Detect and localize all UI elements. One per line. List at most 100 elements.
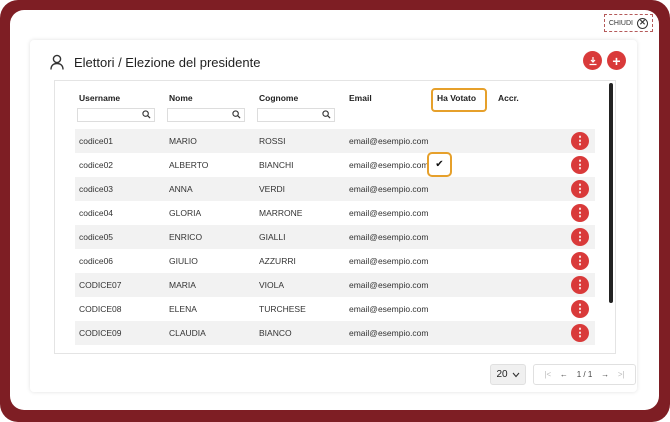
download-button[interactable] <box>583 51 602 70</box>
highlight-ha-votato <box>431 88 487 112</box>
table-row[interactable]: codice04 GLORIA MARRONE email@esempio.co… <box>75 201 595 225</box>
more-vertical-icon: ⋮ <box>574 134 586 147</box>
page-size-select[interactable]: 20 <box>490 364 526 385</box>
cell-email: email@esempio.com <box>349 136 429 146</box>
table-row[interactable]: codice01 MARIO ROSSI email@esempio.com ⋮ <box>75 129 595 153</box>
cell-cognome: MARRONE <box>259 208 303 218</box>
more-vertical-icon: ⋮ <box>574 206 586 219</box>
row-menu-button[interactable]: ⋮ <box>571 252 589 270</box>
user-icon <box>50 54 64 70</box>
table-row[interactable]: codice02 ALBERTO BIANCHI email@esempio.c… <box>75 152 595 177</box>
search-icon <box>322 110 331 119</box>
cell-cognome: VERDI <box>259 184 285 194</box>
cell-nome: MARIO <box>169 136 197 146</box>
chevron-down-icon <box>512 372 519 377</box>
first-page-icon[interactable]: |< <box>544 370 551 379</box>
username-filter-input[interactable] <box>77 108 155 122</box>
row-menu-button[interactable]: ⋮ <box>571 204 589 222</box>
more-vertical-icon: ⋮ <box>574 182 586 195</box>
col-accr[interactable]: Accr. <box>498 93 519 103</box>
more-vertical-icon: ⋮ <box>574 326 586 339</box>
row-menu-button[interactable]: ⋮ <box>571 300 589 318</box>
next-page-icon[interactable]: → <box>601 370 609 379</box>
row-menu-button[interactable]: ⋮ <box>571 276 589 294</box>
cell-email: email@esempio.com <box>349 280 429 290</box>
cell-cognome: ROSSI <box>259 136 286 146</box>
electors-card: Elettori / Elezione del presidente + Use… <box>30 40 637 392</box>
cell-username: CODICE08 <box>79 304 122 314</box>
check-icon: ✔ <box>435 159 444 170</box>
page-info: 1 / 1 <box>576 370 593 379</box>
table-row[interactable]: CODICE09 CLAUDIA BIANCO email@esempio.co… <box>75 321 595 345</box>
cell-email: email@esempio.com <box>349 184 429 194</box>
voted-check-highlight: ✔ <box>427 152 452 177</box>
table-row[interactable]: codice06 GIULIO AZZURRI email@esempio.co… <box>75 249 595 273</box>
close-label: CHIUDI <box>608 19 633 27</box>
cell-username: codice06 <box>79 256 114 266</box>
col-email[interactable]: Email <box>349 93 372 103</box>
prev-page-icon[interactable]: ← <box>560 370 568 379</box>
row-menu-button[interactable]: ⋮ <box>571 180 589 198</box>
cell-username: codice05 <box>79 232 114 242</box>
table-row[interactable]: CODICE07 MARIA VIOLA email@esempio.com ⋮ <box>75 273 595 297</box>
close-button[interactable]: CHIUDI ✕ <box>603 14 653 32</box>
more-vertical-icon: ⋮ <box>574 278 586 291</box>
cell-email: email@esempio.com <box>349 304 429 314</box>
close-circle-icon: ✕ <box>637 17 648 29</box>
cell-username: codice02 <box>79 160 114 170</box>
cell-email: email@esempio.com <box>349 208 429 218</box>
cell-nome: ELENA <box>169 304 197 314</box>
page-size-value: 20 <box>496 369 508 380</box>
last-page-icon[interactable]: >| <box>618 370 625 379</box>
cell-nome: ENRICO <box>169 232 203 242</box>
cell-email: email@esempio.com <box>349 328 429 338</box>
table-row[interactable]: CODICE08 ELENA TURCHESE email@esempio.co… <box>75 297 595 321</box>
cell-nome: GLORIA <box>169 208 202 218</box>
more-vertical-icon: ⋮ <box>574 230 586 243</box>
cell-username: CODICE09 <box>79 328 122 338</box>
col-nome[interactable]: Nome <box>169 93 193 103</box>
cell-email: email@esempio.com <box>349 232 429 242</box>
row-menu-button[interactable]: ⋮ <box>571 228 589 246</box>
cell-cognome: BIANCHI <box>259 160 294 170</box>
row-menu-button[interactable]: ⋮ <box>571 132 589 150</box>
row-menu-button[interactable]: ⋮ <box>571 156 589 174</box>
cell-email: email@esempio.com <box>349 256 429 266</box>
card-header: Elettori / Elezione del presidente <box>50 54 260 70</box>
cell-cognome: GIALLI <box>259 232 286 242</box>
page-title: Elettori / Elezione del presidente <box>74 54 261 70</box>
add-button[interactable]: + <box>607 51 626 70</box>
row-menu-button[interactable]: ⋮ <box>571 324 589 342</box>
modal-dialog: CHIUDI ✕ Elettori / Elezione del preside… <box>10 10 659 410</box>
cell-cognome: VIOLA <box>259 280 285 290</box>
plus-icon: + <box>612 52 621 69</box>
search-icon <box>232 110 241 119</box>
cell-username: codice01 <box>79 136 114 146</box>
table-row[interactable]: codice03 ANNA VERDI email@esempio.com ⋮ <box>75 177 595 201</box>
electors-table: Username Nome Cognome Email Ha Votato Ac… <box>54 80 616 354</box>
search-icon <box>142 110 151 119</box>
cell-nome: MARIA <box>169 280 196 290</box>
col-cognome[interactable]: Cognome <box>259 93 298 103</box>
more-vertical-icon: ⋮ <box>574 254 586 267</box>
download-icon <box>589 56 596 65</box>
cell-nome: GIULIO <box>169 256 198 266</box>
cell-email: email@esempio.com <box>349 160 429 170</box>
cognome-filter-input[interactable] <box>257 108 335 122</box>
more-vertical-icon: ⋮ <box>574 158 586 171</box>
cell-username: CODICE07 <box>79 280 122 290</box>
cell-cognome: BIANCO <box>259 328 292 338</box>
cell-username: codice04 <box>79 208 114 218</box>
cell-nome: CLAUDIA <box>169 328 206 338</box>
nome-filter-input[interactable] <box>167 108 245 122</box>
table-row[interactable]: codice05 ENRICO GIALLI email@esempio.com… <box>75 225 595 249</box>
cell-cognome: TURCHESE <box>259 304 306 314</box>
cell-username: codice03 <box>79 184 114 194</box>
table-scrollbar[interactable] <box>609 83 613 303</box>
cell-cognome: AZZURRI <box>259 256 296 266</box>
pagination: |< ← 1 / 1 → >| <box>533 364 636 385</box>
col-username[interactable]: Username <box>79 93 120 103</box>
cell-nome: ALBERTO <box>169 160 209 170</box>
more-vertical-icon: ⋮ <box>574 302 586 315</box>
cell-nome: ANNA <box>169 184 193 194</box>
